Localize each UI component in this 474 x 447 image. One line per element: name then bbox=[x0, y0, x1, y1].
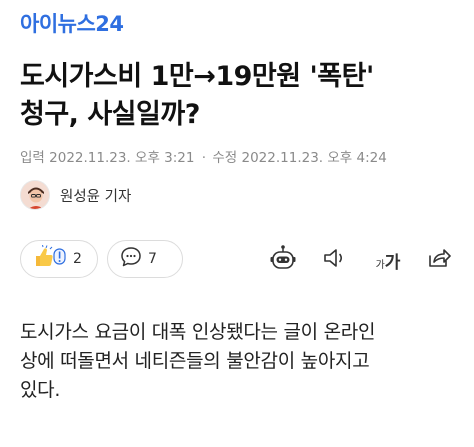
reporter-name[interactable]: 원성윤 기자 bbox=[60, 185, 131, 206]
body-line-2: 상에 떠돌면서 네티즌들의 불안감이 높아지고 bbox=[20, 350, 370, 372]
reporter-byline[interactable]: 원성윤 기자 bbox=[20, 180, 131, 210]
thumbs-up-icon bbox=[33, 244, 67, 273]
modified-label: 수정 bbox=[212, 150, 238, 166]
font-size-button[interactable]: 가 가 bbox=[368, 246, 408, 274]
article-action-bar: 2 7 가 가 bbox=[20, 240, 460, 280]
input-label: 입력 bbox=[20, 150, 45, 166]
article-meta: 입력 2022.11.23. 오후 3:21 · 수정 2022.11.23. … bbox=[20, 146, 387, 166]
body-line-3: 있다. bbox=[20, 379, 61, 401]
summary-button[interactable] bbox=[268, 244, 298, 276]
speech-bubble-icon bbox=[120, 246, 142, 272]
article-body: 도시가스 요금이 대폭 인상됐다는 글이 온라인 상에 떠돌면서 네티즌들의 불… bbox=[20, 318, 460, 405]
font-size-large-label: 가 bbox=[384, 252, 401, 273]
reaction-count: 2 bbox=[73, 251, 82, 267]
tts-button[interactable] bbox=[320, 246, 350, 274]
headline-line-1: 도시가스비 1만→19만원 '폭탄' bbox=[20, 61, 374, 92]
font-size-small-label: 가 bbox=[375, 259, 385, 271]
article-headline: 도시가스비 1만→19만원 '폭탄' 청구, 사실일까? bbox=[20, 58, 460, 134]
meta-separator: · bbox=[201, 150, 207, 166]
comment-count: 7 bbox=[148, 251, 157, 267]
share-icon bbox=[426, 246, 452, 274]
comment-button[interactable]: 7 bbox=[107, 240, 183, 278]
robot-icon bbox=[269, 244, 297, 276]
share-button[interactable] bbox=[424, 246, 454, 274]
modified-time: 2022.11.23. 오후 4:24 bbox=[241, 150, 387, 166]
reaction-button[interactable]: 2 bbox=[20, 240, 98, 278]
site-logo[interactable]: 아이뉴스24 bbox=[20, 8, 124, 38]
reporter-avatar bbox=[20, 180, 50, 210]
headline-line-2: 청구, 사실일까? bbox=[20, 99, 200, 130]
speaker-icon bbox=[322, 246, 348, 274]
input-time: 2022.11.23. 오후 3:21 bbox=[49, 150, 195, 166]
body-line-1: 도시가스 요금이 대폭 인상됐다는 글이 온라인 bbox=[20, 321, 376, 343]
